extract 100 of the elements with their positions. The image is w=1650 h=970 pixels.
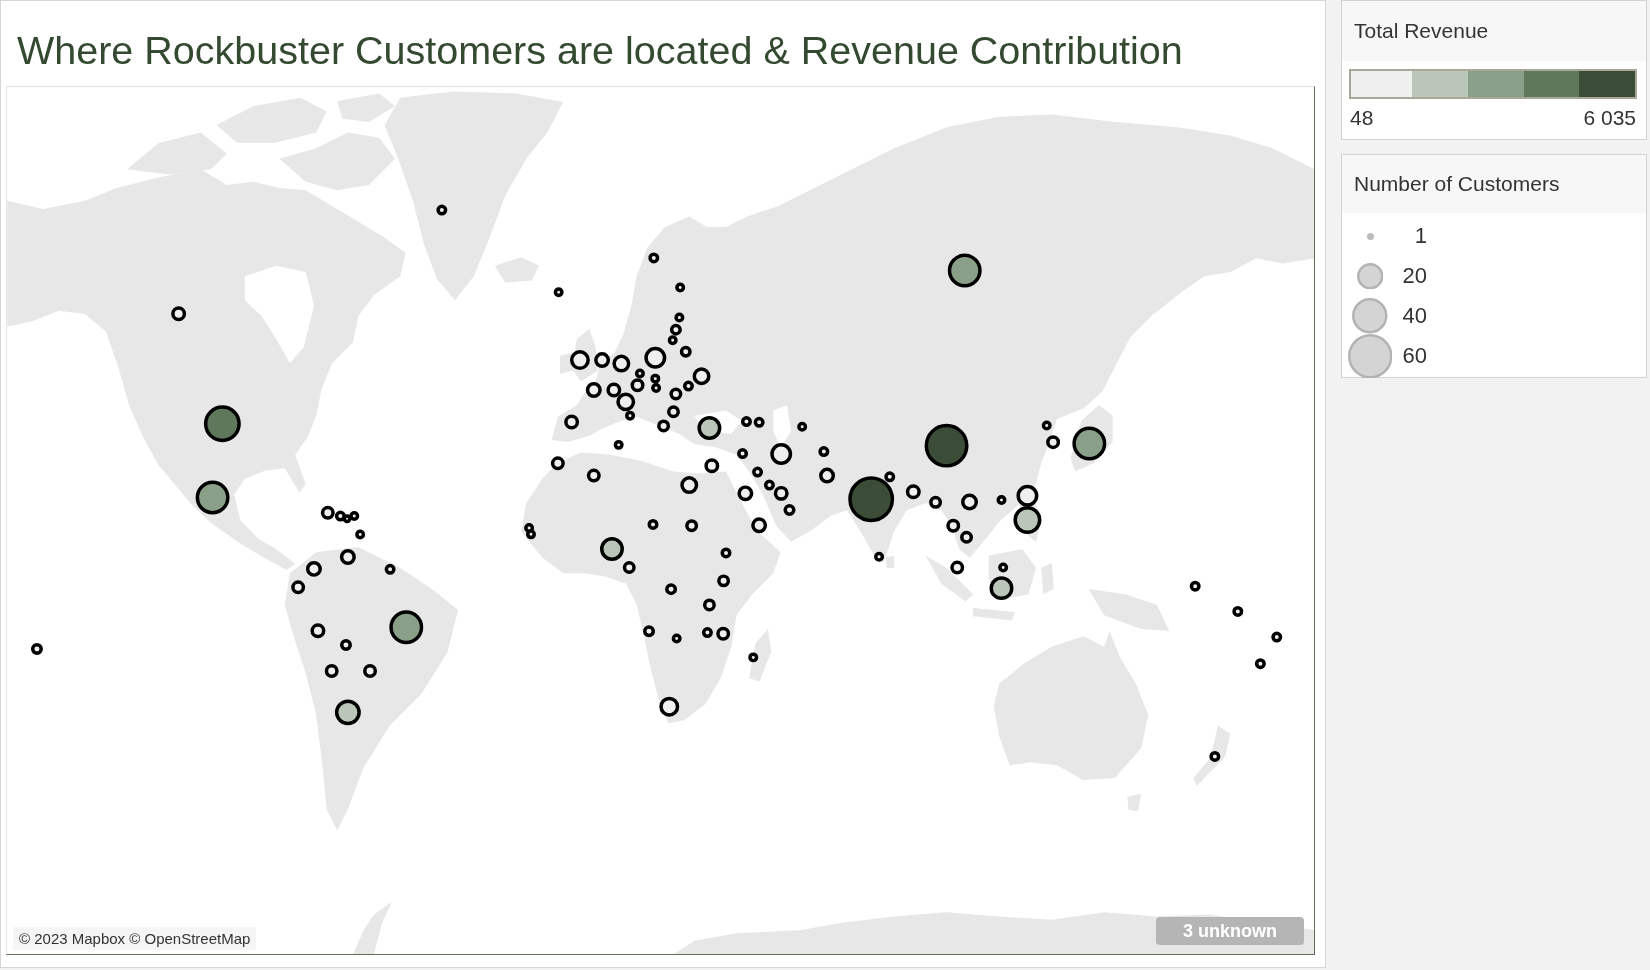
location-marker [679, 345, 692, 358]
location-marker [650, 373, 661, 384]
location-marker [961, 493, 978, 511]
location-marker [737, 448, 749, 460]
location-marker [720, 547, 732, 559]
location-marker [526, 529, 536, 540]
size-circle-icon [1366, 232, 1374, 240]
location-marker [773, 485, 789, 501]
location-marker [363, 663, 378, 678]
size-value-label: 20 [1401, 263, 1427, 289]
unknown-locations-indicator[interactable]: 3 unknown [1156, 917, 1304, 945]
location-marker [550, 456, 565, 471]
location-marker [740, 416, 752, 427]
location-marker [783, 503, 796, 516]
location-marker [667, 405, 680, 419]
location-marker [585, 382, 602, 398]
location-marker [349, 511, 360, 521]
size-value-label: 60 [1401, 343, 1427, 369]
location-marker [355, 529, 366, 540]
location-marker [339, 549, 356, 565]
location-marker [203, 405, 241, 443]
island-shape [1041, 562, 1054, 595]
location-marker [630, 378, 645, 393]
location-marker [586, 468, 601, 483]
location-marker [697, 415, 722, 440]
location-marker [606, 382, 622, 398]
location-marker [648, 252, 660, 264]
location-marker [1046, 435, 1061, 450]
location-marker [1041, 420, 1052, 431]
location-marker [613, 439, 624, 450]
location-marker [674, 312, 685, 323]
location-marker [324, 663, 339, 678]
location-marker [905, 484, 921, 500]
location-marker [651, 383, 662, 393]
location-marker [1271, 631, 1283, 643]
location-marker [737, 485, 754, 502]
location-marker [701, 627, 713, 639]
location-marker [989, 576, 1014, 601]
location-marker [675, 282, 686, 293]
location-marker [874, 551, 885, 562]
location-marker [320, 505, 335, 520]
location-marker [960, 530, 973, 544]
location-marker [751, 517, 768, 534]
location-marker [659, 696, 680, 717]
location-marker [553, 287, 564, 298]
location-marker [334, 510, 346, 522]
location-marker [389, 610, 424, 645]
location-marker [716, 626, 731, 641]
size-value-label: 1 [1413, 223, 1427, 249]
location-marker [310, 623, 326, 639]
location-marker [612, 354, 631, 373]
location-marker [748, 652, 759, 663]
location-marker [1189, 580, 1201, 592]
island-shape [885, 555, 895, 568]
location-marker [1232, 606, 1244, 617]
location-marker [763, 479, 775, 491]
location-marker [643, 625, 655, 638]
location-marker [797, 421, 808, 432]
location-marker [657, 419, 671, 433]
dashboard-title: Where Rockbuster Customers are located & Revenue Contribution [17, 27, 1183, 73]
location-marker [524, 523, 535, 534]
location-marker [171, 306, 187, 322]
location-marker [669, 323, 682, 336]
location-marker [671, 633, 682, 644]
legend-title: Number of Customers [1342, 155, 1646, 213]
size-value-label: 40 [1401, 303, 1427, 329]
location-marker [717, 574, 731, 588]
location-marker [436, 204, 448, 216]
location-marker [564, 414, 580, 430]
location-marker [340, 639, 352, 651]
location-marker [291, 580, 306, 595]
location-marker [1016, 484, 1039, 507]
location-marker [30, 642, 43, 655]
island-shape [1127, 793, 1141, 812]
size-circle-icon [1352, 298, 1388, 334]
location-marker [929, 495, 943, 509]
location-marker [665, 583, 678, 596]
location-marker [998, 562, 1009, 573]
location-marker [752, 466, 764, 478]
location-marker [1072, 426, 1107, 461]
size-circle-icon [1356, 262, 1384, 290]
location-marker [996, 495, 1007, 506]
location-marker [647, 519, 659, 530]
location-marker [1209, 750, 1221, 762]
location-marker [594, 352, 611, 369]
location-marker [342, 514, 352, 524]
location-marker [950, 560, 965, 575]
location-marker [770, 442, 793, 465]
location-marker [334, 699, 361, 726]
location-marker [946, 518, 961, 533]
location-marker [669, 387, 683, 401]
location-marker [702, 598, 716, 612]
location-marker [305, 560, 322, 577]
location-marker [753, 416, 765, 428]
location-marker [569, 350, 590, 371]
location-marker [924, 423, 969, 468]
location-marker [384, 563, 396, 575]
location-marker [1254, 658, 1266, 670]
location-marker [685, 519, 699, 533]
location-marker [195, 480, 230, 515]
